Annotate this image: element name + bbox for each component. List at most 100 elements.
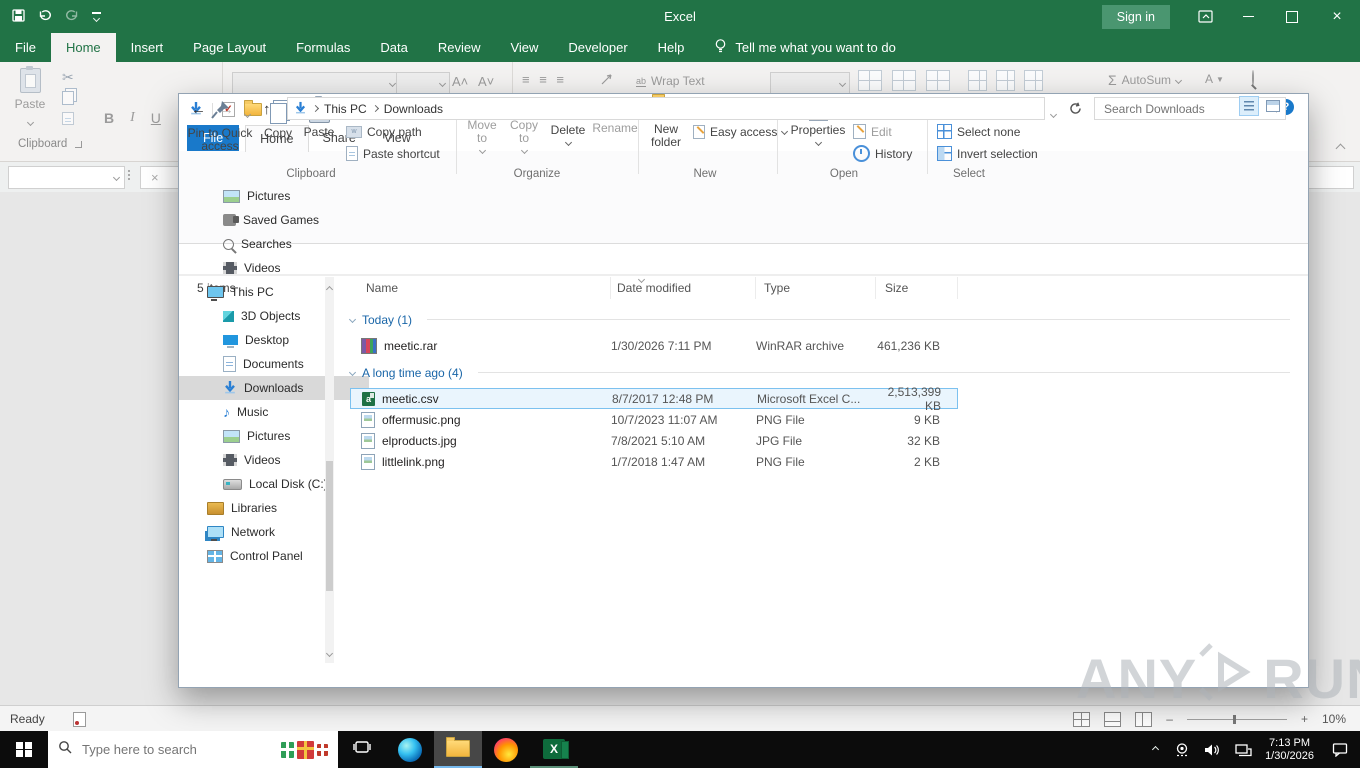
excel-restore-button[interactable] [1270,0,1314,33]
up-icon[interactable]: ↑ [263,101,271,118]
formula-bar-splitter[interactable] [128,170,130,182]
tell-me-box[interactable]: Tell me what you want to do [699,33,910,62]
insert-cells-icon[interactable] [968,70,987,91]
ribbon-display-options-icon[interactable] [1184,0,1226,33]
autosum-button[interactable]: Σ AutoSum [1108,72,1183,88]
file-row-offermusic-png[interactable]: offermusic.png 10/7/2023 11:07 AM PNG Fi… [350,409,958,430]
taskbar-search-input[interactable] [80,741,273,758]
start-button[interactable] [0,731,48,768]
shrink-font-icon[interactable]: A˅ [478,74,494,89]
navigation-scrollbar[interactable] [325,277,334,663]
sidebar-item-videos[interactable]: Videos [179,256,369,280]
file-row-littlelink-png[interactable]: littlelink.png 1/7/2018 1:47 AM PNG File… [350,451,958,472]
address-dropdown-icon[interactable] [1049,106,1058,120]
action-center-icon[interactable] [1320,742,1360,757]
breadcrumb-downloads[interactable]: Downloads [384,102,443,116]
zoom-level[interactable]: 10% [1322,712,1346,726]
paste-shortcut-button[interactable]: Paste shortcut [346,144,440,163]
delete-cells-icon[interactable] [996,70,1015,91]
excel-tab-data[interactable]: Data [365,33,422,62]
sort-filter-icon[interactable]: A ▼ [1205,72,1224,86]
normal-view-icon[interactable] [1073,711,1091,727]
wrap-text-button[interactable]: ab Wrap Text [636,74,705,88]
cancel-formula-icon[interactable]: × [151,170,159,185]
back-icon[interactable]: ← [191,101,206,118]
page-layout-view-icon[interactable] [1104,711,1122,727]
font-name-select[interactable] [232,72,400,94]
recent-locations-icon[interactable] [243,106,252,120]
format-cells-icon[interactable] [1024,70,1043,91]
sidebar-item-videos-2[interactable]: Videos [179,448,369,472]
sidebar-item-pictures[interactable]: Pictures [179,184,369,208]
copy-path-button[interactable]: w Copy path [346,122,422,141]
recorder-tray-icon[interactable] [1167,742,1197,757]
grow-font-icon[interactable]: A˄ [452,74,468,89]
alignment-buttons[interactable]: ≡ ≡ ≡ [522,72,567,87]
taskbar-search-box[interactable] [48,731,338,768]
edit-button[interactable]: Edit [853,122,892,141]
macro-record-icon[interactable] [72,711,86,727]
find-select-icon[interactable] [1252,70,1254,86]
excel-paste-button[interactable]: Paste [10,66,50,128]
taskbar-firefox-button[interactable] [482,731,530,768]
column-header-name[interactable]: Name [350,277,611,299]
cell-styles-icon[interactable] [926,70,950,91]
underline-button[interactable]: U [151,110,161,126]
taskbar-edge-button[interactable] [386,731,434,768]
sidebar-item-searches[interactable]: Searches [179,232,369,256]
excel-tab-insert[interactable]: Insert [116,33,179,62]
sidebar-item-saved-games[interactable]: Saved Games [179,208,369,232]
forward-icon[interactable]: → [219,101,234,118]
sidebar-item-downloads[interactable]: Downloads [179,376,369,400]
details-view-icon[interactable] [1239,96,1259,116]
zoom-out-icon[interactable]: – [1166,712,1173,726]
scroll-up-icon[interactable] [325,281,334,295]
column-header-date-modified[interactable]: Date modified [611,275,756,299]
italic-button[interactable]: I [130,110,135,126]
number-format-select[interactable] [770,72,850,94]
zoom-in-icon[interactable]: + [1301,712,1308,726]
large-icons-view-icon[interactable] [1264,97,1282,115]
excel-tab-page-layout[interactable]: Page Layout [178,33,281,62]
excel-tab-home[interactable]: Home [50,33,116,62]
taskbar-clock[interactable]: 7:13 PM 1/30/2026 [1259,737,1320,763]
excel-tab-formulas[interactable]: Formulas [281,33,365,62]
sidebar-item-pictures-2[interactable]: Pictures [179,424,369,448]
file-row-elproducts-jpg[interactable]: elproducts.jpg 7/8/2021 5:10 AM JPG File… [350,430,958,451]
conditional-formatting-icon[interactable] [858,70,882,91]
bold-button[interactable]: B [104,110,114,126]
excel-minimize-button[interactable] [1226,0,1270,33]
file-row-meetic-csv[interactable]: a meetic.csv 8/7/2017 12:48 PM Microsoft … [350,385,958,413]
group-header-today[interactable]: Today (1) [348,309,1290,330]
refresh-icon[interactable] [1069,102,1082,118]
excel-tab-file[interactable]: File [0,33,51,62]
excel-tab-developer[interactable]: Developer [553,33,642,62]
zoom-slider[interactable] [1186,714,1287,724]
orientation-icon[interactable] [600,72,614,89]
scrollbar-thumb[interactable] [326,461,333,591]
taskbar-file-explorer-button[interactable] [434,731,482,768]
collapse-ribbon-icon[interactable] [1335,141,1346,155]
format-as-table-icon[interactable] [892,70,916,91]
group-header-long-time-ago[interactable]: A long time ago (4) [348,362,1290,383]
invert-selection-button[interactable]: Invert selection [937,144,1038,163]
address-bar[interactable]: This PC Downloads [287,97,1045,120]
network-tray-icon[interactable] [1227,743,1259,757]
taskbar-excel-button[interactable]: X [530,731,578,768]
dialog-launcher-icon[interactable] [75,140,83,148]
page-break-view-icon[interactable] [1135,711,1153,727]
format-painter-icon[interactable] [62,112,74,125]
sidebar-item-3d-objects[interactable]: 3D Objects [179,304,369,328]
scroll-down-icon[interactable] [325,645,334,659]
breadcrumb-this-pc[interactable]: This PC [324,102,367,116]
task-view-button[interactable] [338,731,386,768]
excel-tab-help[interactable]: Help [643,33,700,62]
column-header-type[interactable]: Type [756,277,876,299]
column-header-size[interactable]: Size [876,277,958,299]
cut-icon[interactable]: ✂ [62,70,74,84]
name-box[interactable] [8,166,125,189]
volume-icon[interactable] [1197,743,1227,757]
excel-close-button[interactable]: × [1314,0,1360,33]
select-none-button[interactable]: Select none [937,122,1020,141]
easy-access-button[interactable]: Easy access [693,122,789,141]
